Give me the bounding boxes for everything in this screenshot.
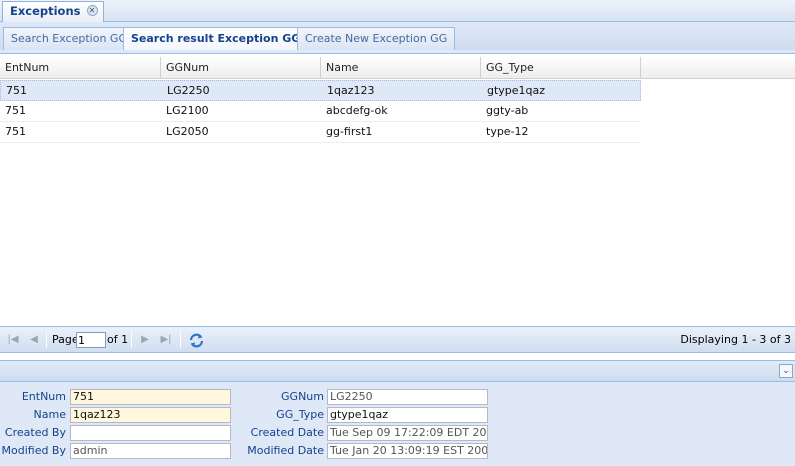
- created-date-label: Created Date: [250, 426, 324, 439]
- entnum-field[interactable]: 751: [70, 389, 231, 405]
- paging-toolbar: |◀ ◀ Page of 1 ▶ ▶| Displaying 1 - 3 of …: [0, 326, 795, 353]
- created-date-field[interactable]: Tue Sep 09 17:22:09 EDT 2008: [327, 425, 488, 441]
- created-by-label: Created By: [4, 426, 66, 439]
- cell-entnum: 751: [5, 104, 26, 117]
- cell-ggnum: LG2100: [166, 104, 209, 117]
- tab-search-result[interactable]: Search result Exception GG: [123, 27, 309, 52]
- entnum-label: EntNum: [21, 390, 66, 403]
- modified-date-field[interactable]: Tue Jan 20 13:09:19 EST 2009: [327, 443, 488, 459]
- refresh-icon[interactable]: [188, 332, 205, 349]
- display-info: Displaying 1 - 3 of 3: [680, 333, 791, 346]
- cell-entnum: 751: [6, 84, 27, 97]
- modified-by-label: Modified By: [1, 444, 67, 457]
- gg-type-label: GG_Type: [276, 408, 324, 421]
- tab-label: Create New Exception GG: [305, 32, 448, 45]
- detail-panel-header: ⌄: [0, 360, 795, 382]
- table-row[interactable]: 751 LG2100 abcdefg-ok ggty-ab: [0, 101, 641, 122]
- prev-page-icon[interactable]: ◀: [27, 333, 41, 347]
- tab-strip: Search Exception GG Search result Except…: [0, 22, 795, 52]
- name-field[interactable]: 1qaz123: [70, 407, 231, 423]
- cell-name: gg-first1: [326, 125, 373, 138]
- cell-name: 1qaz123: [327, 84, 375, 97]
- tab-search-exception[interactable]: Search Exception GG: [3, 27, 135, 51]
- last-page-icon[interactable]: ▶|: [159, 333, 173, 347]
- cell-name: abcdefg-ok: [326, 104, 388, 117]
- cell-gg-type: gtype1qaz: [487, 84, 546, 97]
- tab-create-new-exception[interactable]: Create New Exception GG: [297, 27, 456, 51]
- window-tab-exceptions[interactable]: Exceptions ✕: [2, 1, 104, 22]
- tab-strip-divider: [0, 50, 795, 54]
- first-page-icon[interactable]: |◀: [6, 333, 20, 347]
- ggnum-label: GGNum: [281, 390, 324, 403]
- table-row[interactable]: 751 LG2250 1qaz123 gtype1qaz: [0, 80, 641, 101]
- toolbar-separator: [180, 332, 181, 348]
- gg-type-field[interactable]: gtype1qaz: [327, 407, 488, 423]
- cell-ggnum: LG2050: [166, 125, 209, 138]
- page-number-input[interactable]: [76, 332, 106, 348]
- name-label: Name: [33, 408, 66, 421]
- tab-label: Search result Exception GG: [131, 32, 301, 45]
- cell-entnum: 751: [5, 125, 26, 138]
- page-label: Page: [52, 333, 79, 346]
- cell-ggnum: LG2250: [167, 84, 210, 97]
- column-header-ggnum[interactable]: GGNum: [161, 57, 321, 79]
- cell-gg-type: ggty-ab: [486, 104, 529, 117]
- table-row[interactable]: 751 LG2050 gg-first1 type-12: [0, 122, 641, 143]
- column-header-name[interactable]: Name: [321, 57, 481, 79]
- cell-gg-type: type-12: [486, 125, 529, 138]
- toolbar-separator: [131, 332, 132, 348]
- ggnum-field[interactable]: LG2250: [327, 389, 488, 405]
- modified-date-label: Modified Date: [247, 444, 324, 457]
- close-icon[interactable]: ✕: [86, 5, 98, 16]
- column-header-gg-type[interactable]: GG_Type: [481, 57, 641, 79]
- created-by-field[interactable]: [70, 425, 231, 441]
- modified-by-field[interactable]: admin: [70, 443, 231, 459]
- next-page-icon[interactable]: ▶: [138, 333, 152, 347]
- toolbar-separator: [46, 332, 47, 348]
- window-tab-title: Exceptions: [10, 4, 81, 18]
- page-count-label: of 1: [107, 333, 129, 346]
- grid-header: EntNum GGNum Name GG_Type: [0, 57, 795, 79]
- collapse-icon[interactable]: ⌄: [779, 364, 793, 378]
- column-header-entnum[interactable]: EntNum: [0, 57, 161, 79]
- window-tab-strip: Exceptions ✕: [0, 0, 795, 22]
- tab-label: Search Exception GG: [11, 32, 127, 45]
- results-grid: EntNum GGNum Name GG_Type 751 LG2250 1qa…: [0, 57, 795, 325]
- detail-form: EntNum 751 Name 1qaz123 Created By Modif…: [0, 382, 795, 466]
